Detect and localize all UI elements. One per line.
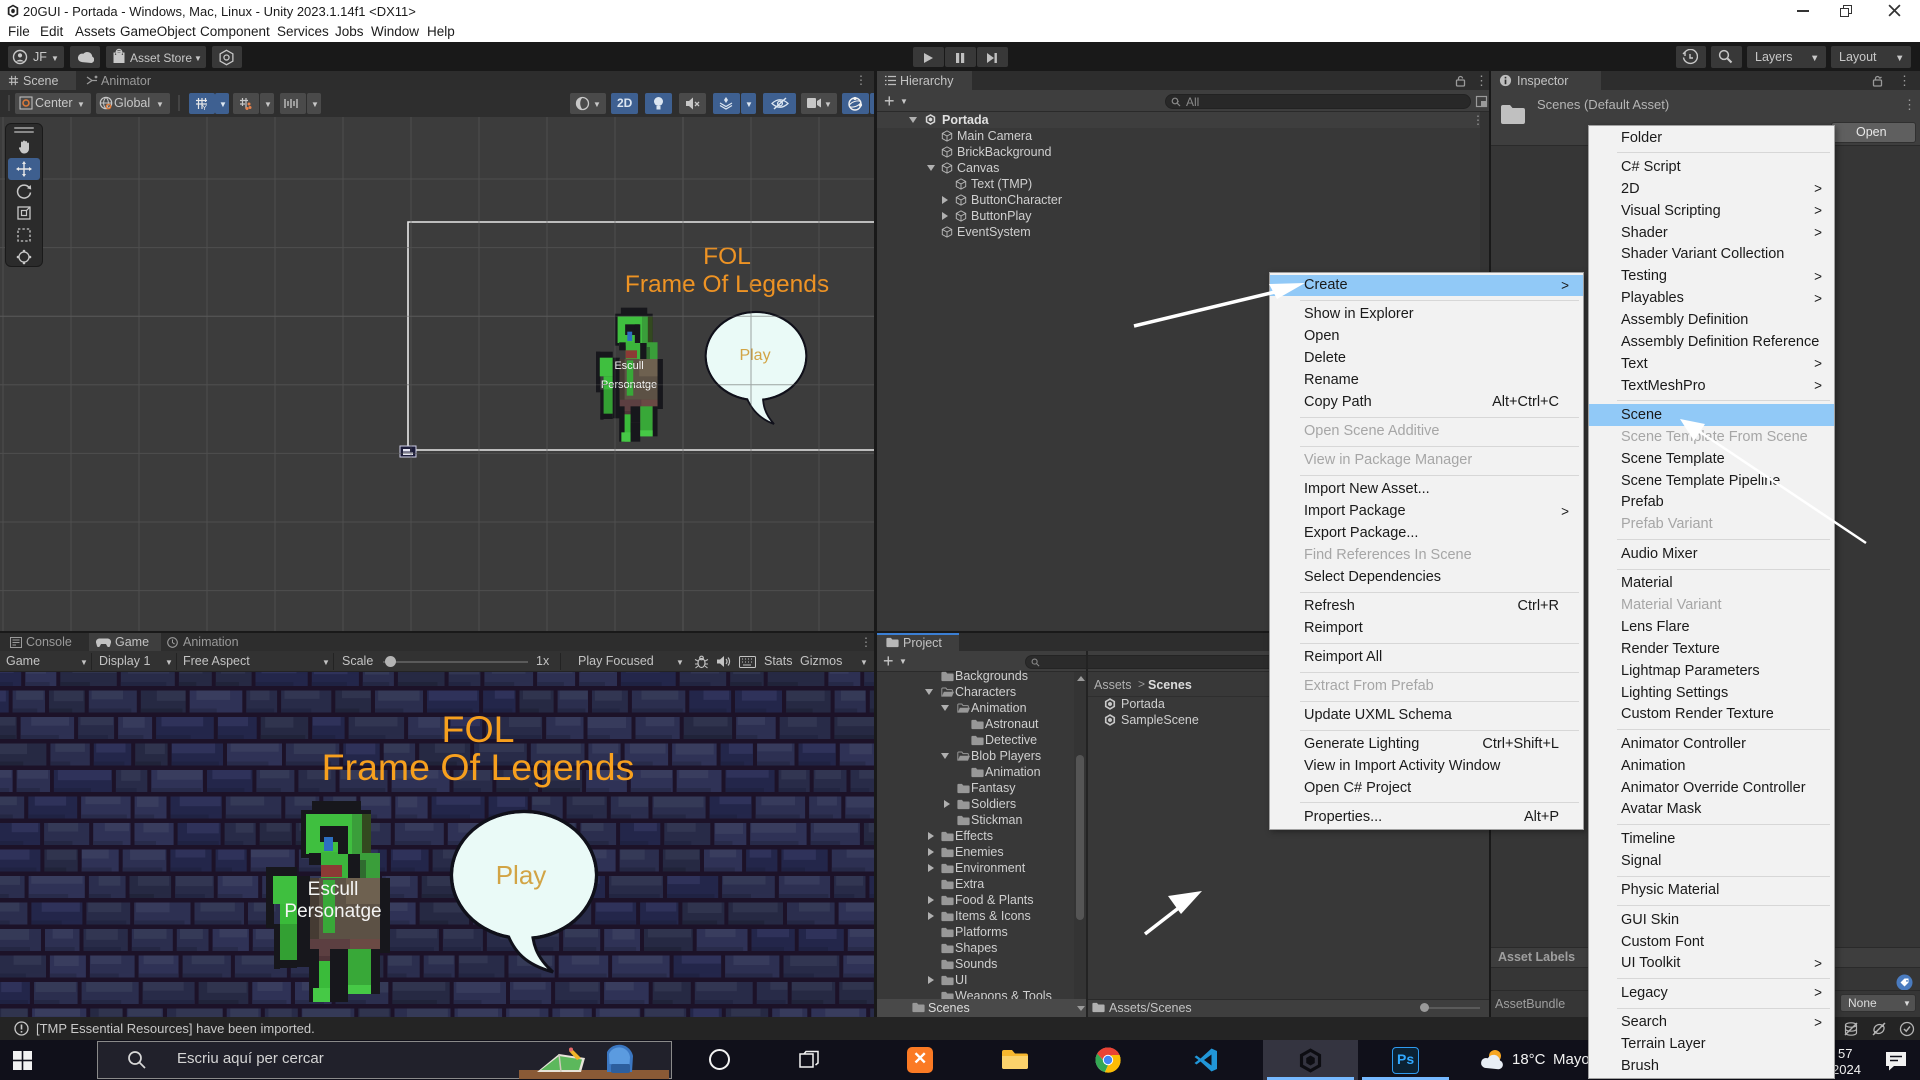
- svg-text:Play: Play: [496, 860, 547, 890]
- svg-text:Personatge: Personatge: [284, 901, 381, 922]
- svg-text:Y: Y: [202, 103, 207, 111]
- svg-text:FOL: FOL: [442, 708, 515, 750]
- svg-text:Escull: Escull: [614, 360, 643, 372]
- svg-text:Frame Of Legends: Frame Of Legends: [322, 746, 635, 788]
- svg-text:FOL: FOL: [703, 243, 751, 270]
- svg-text:Play: Play: [739, 347, 770, 364]
- svg-text:Escull: Escull: [308, 879, 359, 900]
- svg-text:Frame Of Legends: Frame Of Legends: [625, 271, 829, 298]
